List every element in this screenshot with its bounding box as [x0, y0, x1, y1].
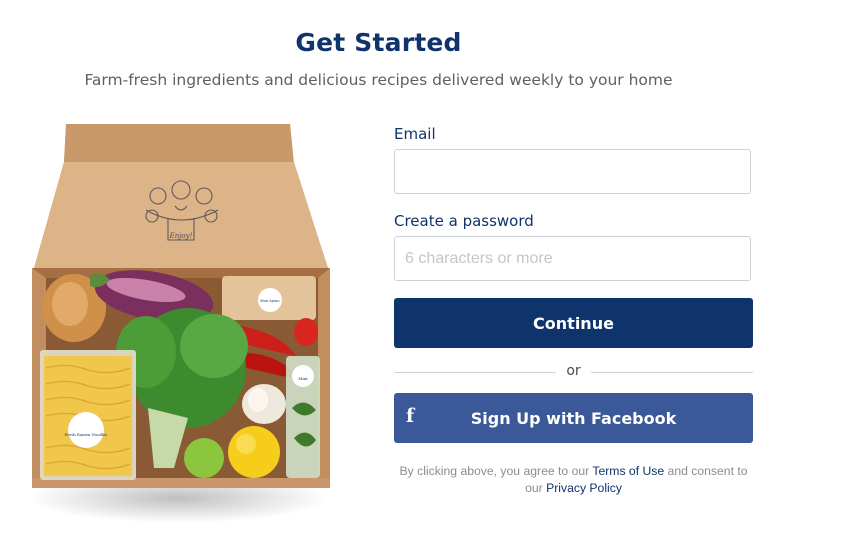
privacy-policy-link[interactable]: Privacy Policy [546, 481, 622, 495]
legal-prefix: By clicking above, you agree to our [399, 464, 593, 478]
or-divider: or [394, 363, 753, 381]
email-label: Email [394, 125, 436, 143]
package-label: Blue Apron [260, 299, 279, 303]
divider-text: or [566, 363, 581, 379]
facebook-button-label: Sign Up with Facebook [470, 408, 677, 428]
password-field[interactable] [394, 236, 751, 281]
facebook-icon: f [406, 405, 415, 427]
lid-text: Enjoy! [169, 232, 193, 240]
herb-label: Mint [298, 376, 308, 381]
email-input[interactable] [395, 150, 750, 193]
noodle-label: Fresh Ramen Noodles [65, 432, 108, 437]
page-subtitle: Farm-fresh ingredients and delicious rec… [84, 71, 673, 89]
legal-notice: By clicking above, you agree to our Term… [394, 463, 753, 497]
continue-button-label: Continue [533, 313, 614, 333]
continue-button[interactable]: Continue [394, 298, 753, 348]
page-title: Get Started [295, 28, 462, 57]
terms-of-use-link[interactable]: Terms of Use [592, 464, 664, 478]
password-input[interactable] [395, 237, 750, 280]
meal-kit-box-image: Enjoy! Blue Apron Mint Fresh Ramen Noodl… [28, 124, 330, 523]
password-label: Create a password [394, 212, 534, 230]
facebook-signup-button[interactable]: f Sign Up with Facebook [394, 393, 753, 443]
email-field[interactable] [394, 149, 751, 194]
